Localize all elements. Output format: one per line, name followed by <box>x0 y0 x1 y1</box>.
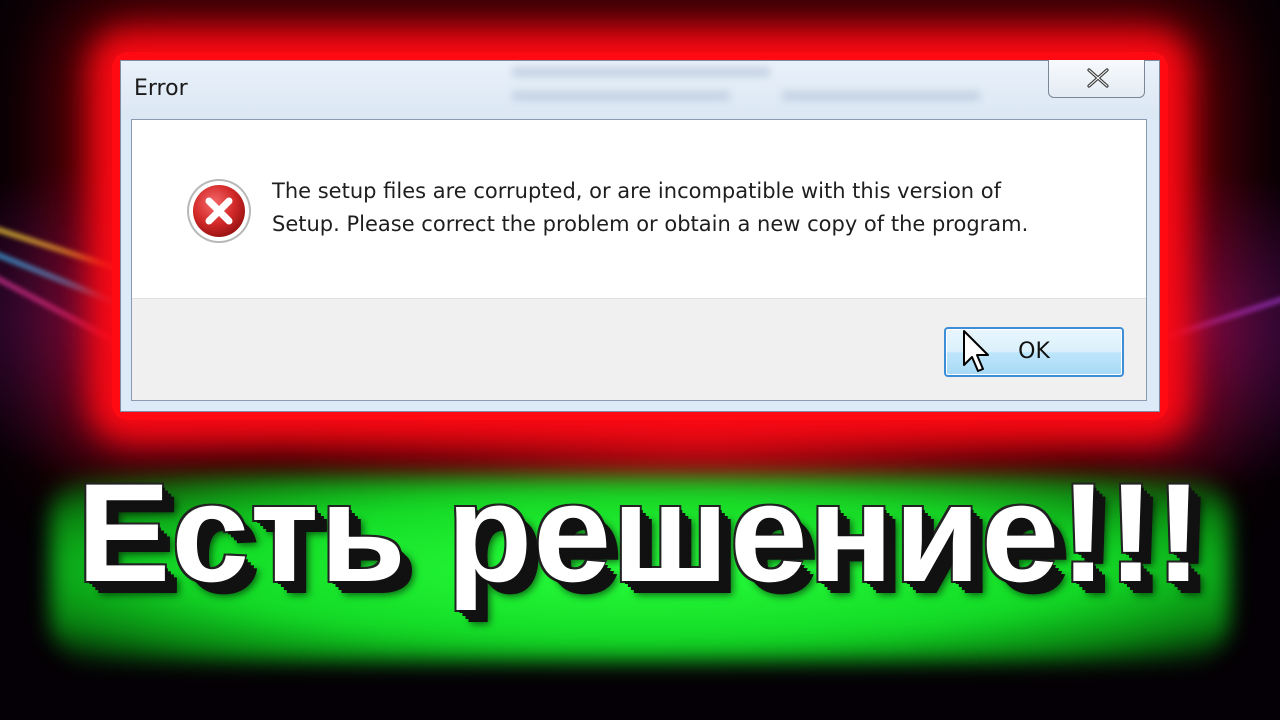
dialog-title: Error <box>134 76 188 101</box>
close-icon <box>1087 68 1109 88</box>
blurred-background-text <box>511 67 771 77</box>
error-message-line-2: Setup. Please correct the problem or obt… <box>272 212 1029 236</box>
error-dialog: Error The setup files are corrupted, or … <box>120 60 1160 412</box>
error-icon <box>187 179 251 243</box>
title-bar[interactable]: Error <box>121 60 1159 119</box>
error-message-line-1: The setup files are corrupted, or are in… <box>272 179 1002 203</box>
blurred-background-text <box>511 91 731 101</box>
blurred-background-text <box>781 91 981 101</box>
button-area: OK <box>132 298 1146 400</box>
ok-button[interactable]: OK <box>944 327 1124 377</box>
message-area: The setup files are corrupted, or are in… <box>132 120 1146 298</box>
dialog-content: The setup files are corrupted, or are in… <box>131 119 1147 401</box>
close-button[interactable] <box>1048 60 1145 98</box>
caption-text: Есть решение!!! <box>76 454 1204 611</box>
